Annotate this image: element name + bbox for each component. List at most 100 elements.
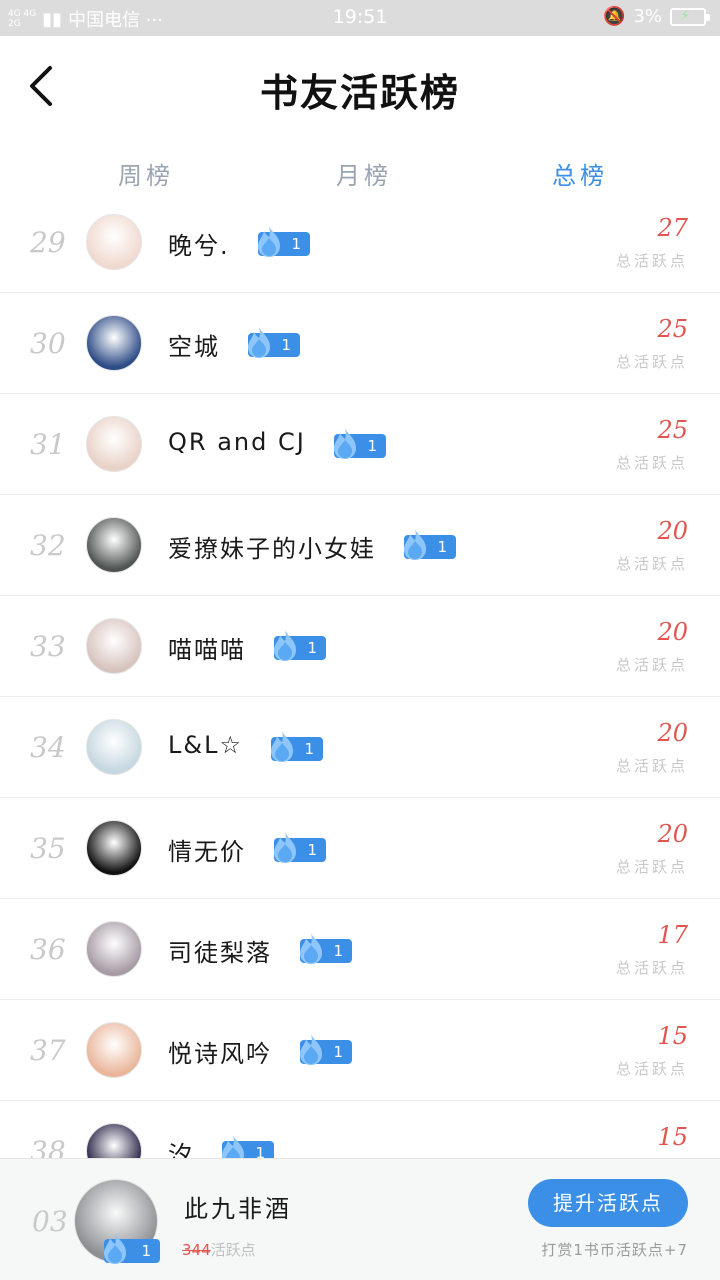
user-name: 晚兮. [168,232,230,260]
activity-score: 15 [657,1123,688,1151]
user-name: 爱撩妹子的小女娃 [168,535,376,563]
level-badge: 1 [222,1135,274,1158]
rank-number: 30 [30,327,66,360]
score-label: 总活跃点 [615,555,688,573]
flame-icon [104,1233,126,1264]
user-name: 汐 [168,1141,194,1158]
battery-percent: 3% [633,6,662,27]
my-name: 此九非酒 [184,1195,292,1223]
user-name: 司徒梨落 [168,939,272,967]
avatar[interactable] [86,820,142,876]
rank-number: 37 [30,1034,66,1067]
activity-score: 27 [657,214,688,242]
tab-total[interactable]: 总榜 [552,156,608,191]
level-value: 1 [291,235,301,253]
rank-number: 29 [30,226,66,259]
rank-number: 31 [30,428,66,461]
level-value: 1 [367,437,377,455]
rank-number: 35 [30,832,66,865]
level-badge: 1 [271,731,323,762]
list-item[interactable]: 36 司徒梨落 1 17 总活跃点 [0,899,720,1000]
level-value: 1 [307,841,317,859]
score-label: 总活跃点 [615,959,688,977]
avatar[interactable] [86,618,142,674]
activity-score: 17 [657,921,688,949]
avatar[interactable] [86,719,142,775]
score-label: 总活跃点 [615,1060,688,1078]
flame-icon [300,933,322,964]
my-level-badge: 1 [104,1233,160,1264]
level-badge: 1 [334,428,386,459]
my-points: 344活跃点 [182,1239,256,1260]
user-name: QR and CJ [168,428,306,456]
avatar[interactable] [86,517,142,573]
list-item[interactable]: 37 悦诗风吟 1 15 总活跃点 [0,1000,720,1101]
my-rank-bar: 03 1 此九非酒 344活跃点 提升活跃点 打赏1书币活跃点+7 [0,1158,720,1280]
tab-monthly[interactable]: 月榜 [336,156,392,191]
rank-number: 34 [30,731,66,764]
status-right: 🔕 3% ⚡ [603,6,710,27]
user-name: L&L☆ [168,731,243,759]
activity-score: 20 [657,618,688,646]
activity-score: 20 [657,719,688,747]
avatar[interactable] [86,416,142,472]
level-badge: 1 [248,327,300,358]
activity-score: 25 [657,416,688,444]
rank-number: 36 [30,933,66,966]
score-label: 总活跃点 [615,353,688,371]
level-badge: 1 [300,933,352,964]
level-value: 1 [333,942,343,960]
boost-activity-button[interactable]: 提升活跃点 [528,1179,688,1227]
avatar[interactable] [86,1022,142,1078]
my-points-value: 344 [182,1241,211,1259]
status-bar: 4G 4G 2G ▮▮ 中国电信 ··· 19:51 🔕 3% ⚡ [0,0,720,36]
level-value: 1 [255,1144,265,1158]
list-item[interactable]: 30 空城 1 25 总活跃点 [0,293,720,394]
tab-weekly[interactable]: 周榜 [118,156,174,191]
page-title: 书友活跃榜 [259,71,460,115]
avatar[interactable] [86,214,142,270]
my-rank: 03 [32,1205,68,1238]
flame-icon [274,832,296,863]
list-item[interactable]: 31 QR and CJ 1 25 总活跃点 [0,394,720,495]
flame-icon [274,630,296,661]
flame-icon [404,529,426,560]
list-item[interactable]: 29 晚兮. 1 27 总活跃点 [0,192,720,293]
score-label: 总活跃点 [615,252,688,270]
avatar[interactable] [86,1123,142,1158]
list-item[interactable]: 35 情无价 1 20 总活跃点 [0,798,720,899]
score-label: 总活跃点 [615,858,688,876]
rank-number: 38 [30,1135,66,1158]
list-item[interactable]: 34 L&L☆ 1 20 总活跃点 [0,697,720,798]
activity-score: 20 [657,517,688,545]
list-item[interactable]: 38汐115总活跃点 [0,1101,720,1158]
user-name: 悦诗风吟 [168,1040,272,1068]
flame-icon [258,226,280,257]
battery-icon: ⚡ [670,7,710,26]
level-badge: 1 [274,630,326,661]
activity-score: 15 [657,1022,688,1050]
level-badge: 1 [404,529,456,560]
level-badge: 1 [300,1034,352,1065]
mute-bell-icon: 🔕 [603,6,626,27]
list-item[interactable]: 33 喵喵喵 1 20 总活跃点 [0,596,720,697]
list-item[interactable]: 32 爱撩妹子的小女娃 1 20 总活跃点 [0,495,720,596]
level-value: 1 [281,336,291,354]
ranking-list[interactable]: 29 晚兮. 1 27 总活跃点 30 空城 1 25 总活跃点 31 QR and CJ 1 25 总活跃… [0,192,720,1158]
avatar[interactable] [86,921,142,977]
user-name: 情无价 [168,838,246,866]
level-badge: 1 [258,226,310,257]
rank-number: 33 [30,630,66,663]
flame-icon [334,428,356,459]
activity-score: 20 [657,820,688,848]
flame-icon [248,327,270,358]
my-level: 1 [141,1242,151,1260]
user-name: 空城 [168,333,220,361]
level-value: 1 [304,740,314,758]
avatar[interactable] [86,315,142,371]
rank-number: 32 [30,529,66,562]
score-label: 总活跃点 [615,757,688,775]
reward-tip: 打赏1书币活跃点+7 [541,1241,688,1259]
my-points-label: 活跃点 [210,1241,256,1259]
flame-icon [222,1135,244,1158]
